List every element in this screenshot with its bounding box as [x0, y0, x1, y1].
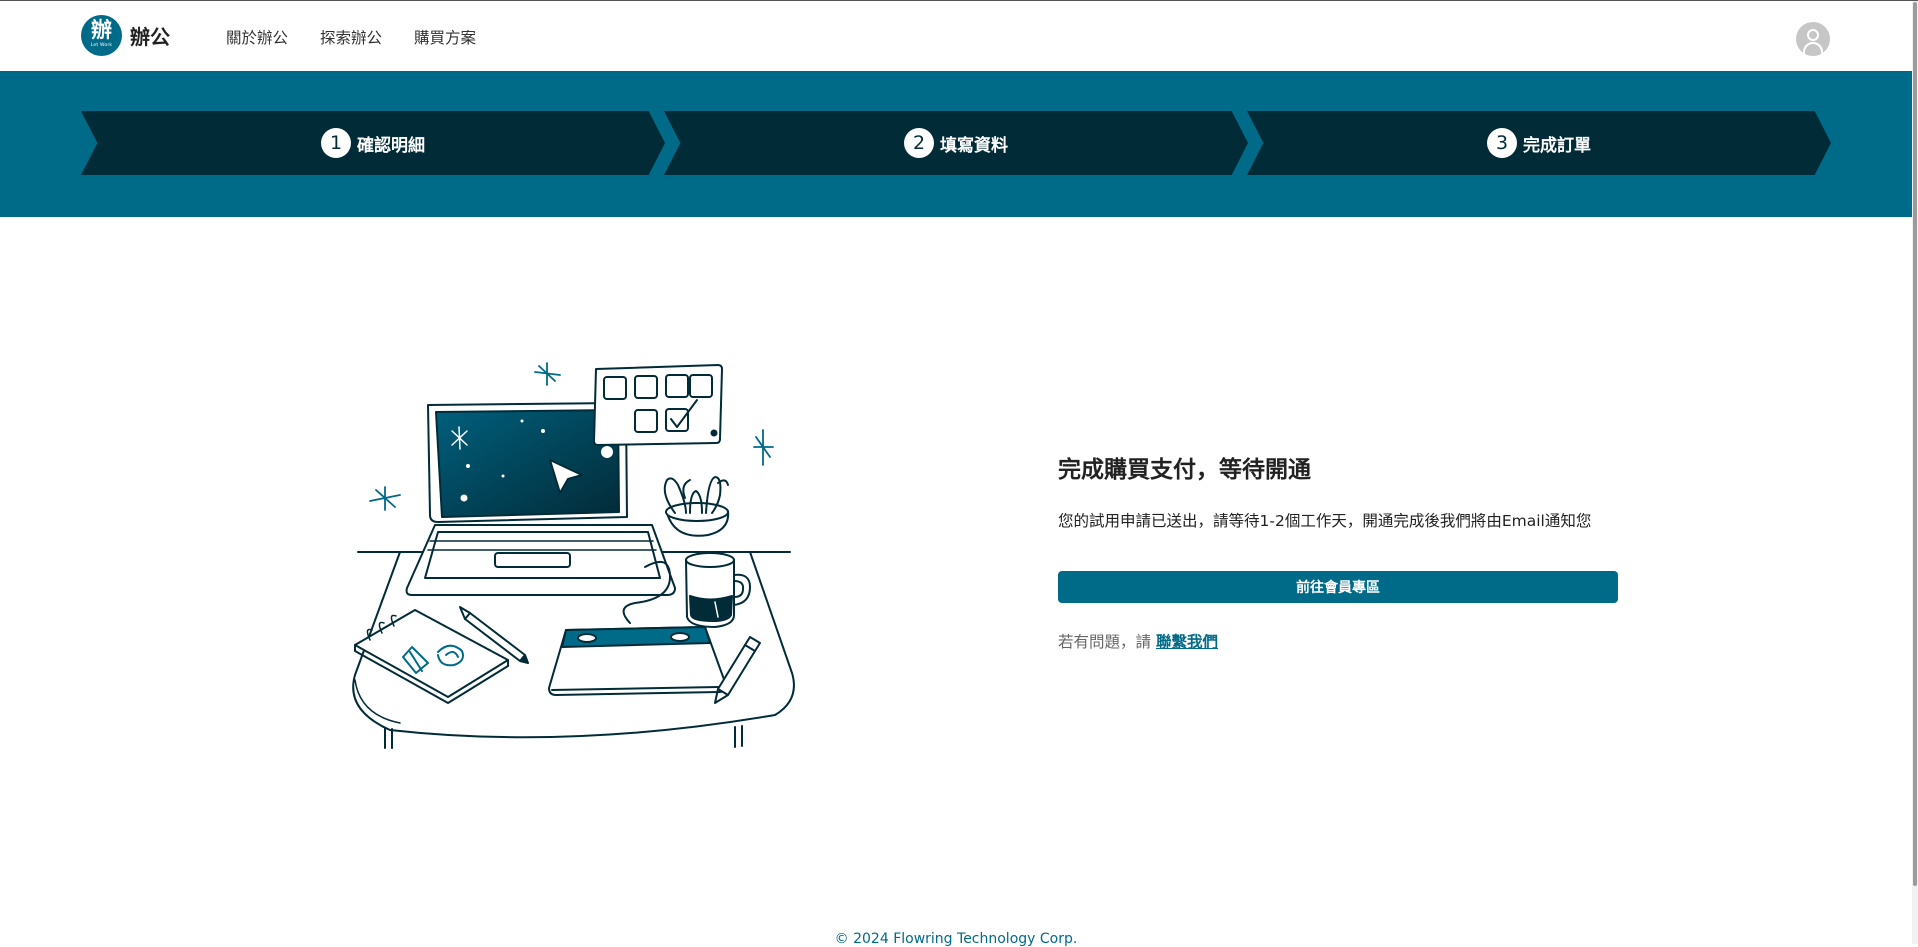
step-number: 1 — [321, 128, 351, 158]
logo-text: 辦公 — [130, 25, 170, 49]
step-number: 3 — [1487, 128, 1517, 158]
step-label: 填寫資料 — [940, 135, 1008, 156]
help-text: 若有問題，請 聯繫我們 — [1058, 630, 1218, 652]
page-title: 完成購買支付，等待開通 — [1058, 457, 1311, 483]
desk-illustration — [352, 362, 795, 749]
contact-us-link[interactable]: 聯繫我們 — [1156, 633, 1218, 651]
logo-char: 辦 — [91, 18, 112, 42]
main-nav: 關於辦公 探索辦公 購買方案 — [226, 26, 476, 48]
nav-about[interactable]: 關於辦公 — [226, 26, 288, 48]
site-header: 辦 Let Work 辦公 關於辦公 探索辦公 購買方案 — [0, 1, 1912, 71]
checkout-steps: 1 確認明細 2 填寫資料 3 完成訂單 — [0, 71, 1912, 217]
scrollbar-thumb[interactable] — [1913, 2, 1917, 886]
step-number: 2 — [904, 128, 934, 158]
step-label: 確認明細 — [357, 135, 425, 156]
user-avatar-icon[interactable] — [1796, 22, 1830, 56]
logo-sub: Let Work — [90, 43, 113, 48]
avatar-head — [1807, 29, 1819, 41]
nav-pricing[interactable]: 購買方案 — [414, 26, 476, 48]
nav-explore[interactable]: 探索辦公 — [320, 26, 382, 48]
footer-copyright: © 2024 Flowring Technology Corp. — [834, 931, 1078, 947]
logo[interactable]: 辦 Let Work 辦公 — [81, 15, 170, 56]
help-prefix: 若有問題，請 — [1058, 633, 1152, 651]
step-fill-info: 2 填寫資料 — [664, 111, 1248, 175]
avatar-body — [1803, 42, 1823, 56]
step-complete: 3 完成訂單 — [1247, 111, 1831, 175]
logo-mark: 辦 Let Work — [81, 15, 122, 56]
go-member-area-button[interactable]: 前往會員專區 — [1058, 571, 1618, 603]
step-confirm: 1 確認明細 — [81, 111, 665, 175]
page-description: 您的試用申請已送出，請等待1-2個工作天，開通完成後我們將由Email通知您 — [1058, 512, 1592, 530]
step-label: 完成訂單 — [1523, 135, 1591, 156]
